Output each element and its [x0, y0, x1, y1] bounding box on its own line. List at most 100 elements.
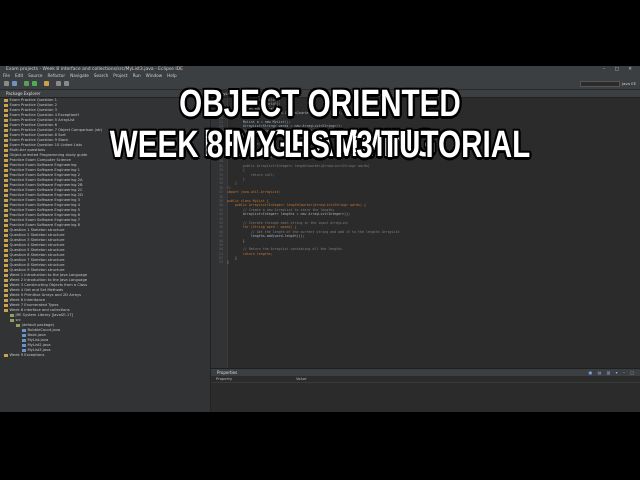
- tree-item-label: Week 4 Get and Set Methods: [9, 288, 64, 292]
- run-icon[interactable]: [32, 81, 37, 86]
- project-folder-icon: [4, 123, 8, 127]
- code-text: lengths.add(word.length());: [227, 234, 305, 239]
- project-folder-icon: [4, 308, 8, 312]
- project-folder-icon: [4, 303, 8, 307]
- project-folder-icon: [4, 178, 8, 182]
- tree-item-label: Week 7 Enumerated Types: [9, 303, 59, 307]
- project-folder-icon: [4, 203, 8, 207]
- project-folder-icon: [4, 268, 8, 272]
- menu-run[interactable]: Run: [133, 73, 141, 78]
- code-text: }: [227, 256, 237, 261]
- menu-navigate[interactable]: Navigate: [70, 73, 89, 78]
- tree-item-label: MyList.java: [27, 338, 49, 342]
- project-folder-icon: [4, 188, 8, 192]
- tree-item-label: Week 6 Inheritance: [9, 298, 46, 302]
- code-text: public class MyList {: [227, 198, 269, 203]
- project-folder-icon: [4, 118, 8, 122]
- forward-icon[interactable]: [64, 81, 69, 86]
- tree-item-label: Question 4 Skeleton structure: [9, 243, 65, 247]
- package-explorer-title: Package Explorer: [6, 91, 41, 96]
- tree-item-label: Book.java: [27, 333, 46, 337]
- tree-item-label: Exam Practice Question 2: [9, 103, 57, 107]
- tree-item-label: Exam Practice Question 4 ExceptionH: [9, 113, 80, 117]
- project-folder-icon: [4, 158, 8, 162]
- new-icon[interactable]: [4, 81, 9, 86]
- tree-item-label: Exam Practice Question 6: [9, 123, 57, 127]
- package-icon: [10, 318, 14, 322]
- window-controls[interactable]: – □ ✕: [603, 66, 636, 73]
- tree-item-label: Week 5 Primitive Arrays and 2D Arrays: [9, 293, 82, 297]
- tree-item-label: Week 3 Constructing Objects from a Class: [9, 283, 88, 287]
- package-icon: [10, 313, 14, 317]
- tree-item-label: Exam Practice Question 5 ArrayList: [9, 118, 75, 122]
- java-file-icon: [22, 328, 26, 332]
- project-folder-icon: [4, 228, 8, 232]
- save-icon[interactable]: [12, 81, 17, 86]
- window-titlebar: Exam projects - Week 8 interface and col…: [0, 66, 640, 73]
- menu-window[interactable]: Window: [146, 73, 163, 78]
- tree-item-label: Practice Exam Software Engineering 1: [9, 168, 81, 172]
- package-icon: [16, 323, 20, 327]
- tree-item-label: Exam Practice Question 3: [9, 108, 57, 112]
- tree-item-label: Question 6 Skeleton structure: [9, 253, 65, 257]
- code-text: }: [227, 177, 245, 182]
- project-folder-icon: [4, 198, 8, 202]
- project-folder-icon: [4, 113, 8, 117]
- back-icon[interactable]: [56, 81, 61, 86]
- tree-item-label: Practice Exam Software Engineering 4: [9, 203, 81, 207]
- code-line: 53}: [211, 260, 640, 264]
- project-folder-icon: [4, 98, 8, 102]
- menu-refactor[interactable]: Refactor: [48, 73, 66, 78]
- project-folder-icon: [4, 193, 8, 197]
- tree-item-label: Practice Exam Software Engineering 3: [9, 198, 81, 202]
- overlay-title-line2: WEEK 8 MY LIST 3 TUTORIAL: [109, 124, 531, 166]
- menu-help[interactable]: Help: [167, 73, 177, 78]
- tree-item-label: (default package): [21, 323, 55, 327]
- java-file-icon: [22, 343, 26, 347]
- perspective-switch[interactable]: Java EE: [622, 81, 636, 87]
- value-column-header: Value: [296, 376, 307, 381]
- project-folder-icon: [4, 298, 8, 302]
- project-folder-icon: [4, 103, 8, 107]
- tree-item-label: Exam Practice Question 1: [9, 98, 57, 102]
- tree-item-label: Week 2 Introduction to the Java Language: [9, 278, 88, 282]
- tree-item-label: Week 8 interface and collections: [9, 308, 70, 312]
- code-text: ArrayList<Integer> lengths = new ArrayLi…: [227, 212, 351, 217]
- code-text: }: [227, 181, 237, 186]
- tree-item-label: BubbleCount.java: [27, 328, 61, 332]
- menu-source[interactable]: Source: [28, 73, 42, 78]
- debug-icon[interactable]: [24, 81, 29, 86]
- tree-item-label: MyList2.java: [27, 343, 51, 347]
- tree-item-label: Question 5 Skeleton structure: [9, 248, 65, 252]
- project-folder-icon: [4, 208, 8, 212]
- search-icon[interactable]: [44, 81, 49, 86]
- properties-toolbar-icons[interactable]: ▣ ▤ ▥ ▾ – □: [589, 369, 636, 376]
- quick-access-input[interactable]: [580, 81, 620, 87]
- properties-header: Property Value: [211, 376, 640, 383]
- project-folder-icon: [4, 218, 8, 222]
- project-folder-icon: [4, 243, 8, 247]
- tree-item-label: Question 3 Skeleton structure: [9, 238, 65, 242]
- tree-item-label: Practice Exam Software Engineering 7: [9, 218, 81, 222]
- tree-item-label: Practice Exam Software Engineering 2C: [9, 188, 83, 192]
- tree-item-label: MyList3.java: [27, 348, 51, 352]
- properties-view: Properties ▣ ▤ ▥ ▾ – □ Property Value: [211, 368, 640, 412]
- project-folder-icon: [4, 173, 8, 177]
- tree-item[interactable]: Week 9 Exceptions: [0, 353, 210, 358]
- project-folder-icon: [4, 353, 8, 357]
- menu-search[interactable]: Search: [94, 73, 108, 78]
- project-folder-icon: [4, 273, 8, 277]
- menu-file[interactable]: File: [3, 73, 10, 78]
- code-text: // Return the ArrayList containing all t…: [227, 247, 343, 252]
- project-folder-icon: [4, 108, 8, 112]
- project-folder-icon: [4, 213, 8, 217]
- tree-item-label: Question 7 Skeleton structure: [9, 258, 65, 262]
- menu-project[interactable]: Project: [113, 73, 127, 78]
- project-folder-icon: [4, 168, 8, 172]
- code-text: // Create a new ArrayList to store the l…: [227, 207, 335, 212]
- menu-edit[interactable]: Edit: [15, 73, 23, 78]
- code-text: // Iterate through each string in the in…: [227, 220, 349, 225]
- properties-tab[interactable]: Properties ▣ ▤ ▥ ▾ – □: [211, 369, 640, 376]
- tree-item-label: Practice Exam Software Engineering 8: [9, 223, 81, 227]
- project-folder-icon: [4, 263, 8, 267]
